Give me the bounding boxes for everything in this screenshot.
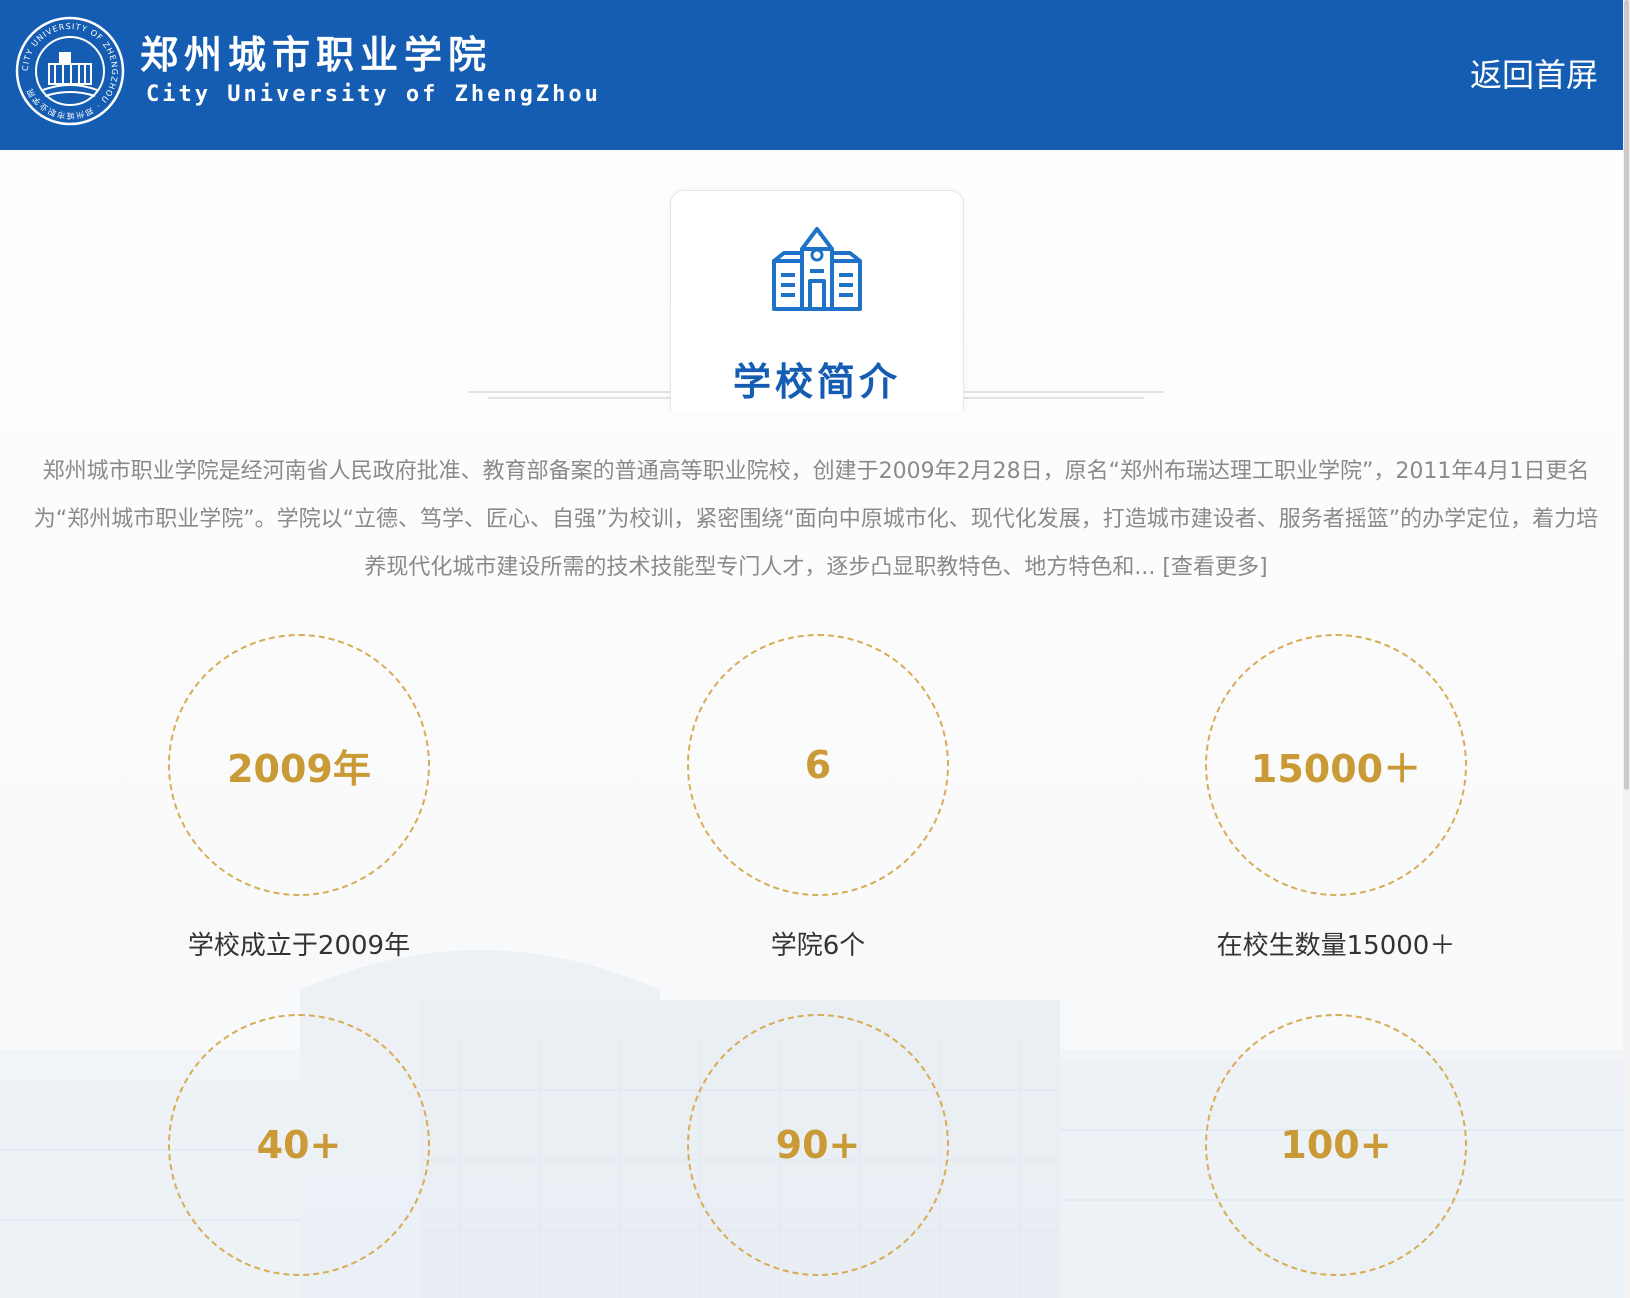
stat-circle-stat-5: 90+ (687, 1014, 949, 1276)
page: CITY UNIVERSITY OF ZHENGZHOU · 郑州城市职业学院 … (0, 0, 1630, 1298)
stat-value: 6 (804, 743, 832, 787)
university-name-cn: 郑州城市职业学院 (140, 32, 493, 77)
stat-value: 90+ (775, 1123, 861, 1167)
view-more-link[interactable]: [查看更多] (1162, 555, 1267, 580)
section-title-card: 学校简介 (670, 190, 964, 411)
scrollbar-thumb[interactable] (1624, 0, 1629, 790)
stat-value: 40+ (256, 1123, 342, 1167)
school-intro: 郑州城市职业学院是经河南省人民政府批准、教育部备案的普通高等职业院校，创建于20… (24, 448, 1608, 592)
university-seal-icon: CITY UNIVERSITY OF ZHENGZHOU · 郑州城市职业学院 (15, 16, 125, 126)
stat-circle-students: 15000＋ (1205, 634, 1467, 896)
stat-circle-stat-6: 100+ (1205, 1014, 1467, 1276)
stat-label: 在校生数量15000＋ (1216, 931, 1456, 961)
school-building-icon (772, 227, 862, 311)
site-header: CITY UNIVERSITY OF ZHENGZHOU · 郑州城市职业学院 … (0, 0, 1623, 150)
stat-label: 学校成立于2009年 (187, 931, 411, 961)
stat-value: 15000＋ (1250, 746, 1422, 791)
stat-circle-colleges: 6 (687, 634, 949, 896)
back-to-home-link[interactable]: 返回首屏 (1470, 50, 1598, 96)
stat-value: 100+ (1280, 1123, 1392, 1167)
section-title: 学校简介 (732, 360, 901, 404)
stat-circle-founded: 2009年 (168, 634, 430, 896)
stat-circle-majors: 40+ (168, 1014, 430, 1276)
page-scrollbar[interactable] (1623, 0, 1630, 1298)
university-name-en: City University of ZhengZhou (146, 82, 601, 107)
intro-text: 郑州城市职业学院是经河南省人民政府批准、教育部备案的普通高等职业院校，创建于20… (33, 459, 1599, 580)
stat-value: 2009年 (227, 746, 371, 791)
stat-label: 学院6个 (770, 931, 866, 961)
